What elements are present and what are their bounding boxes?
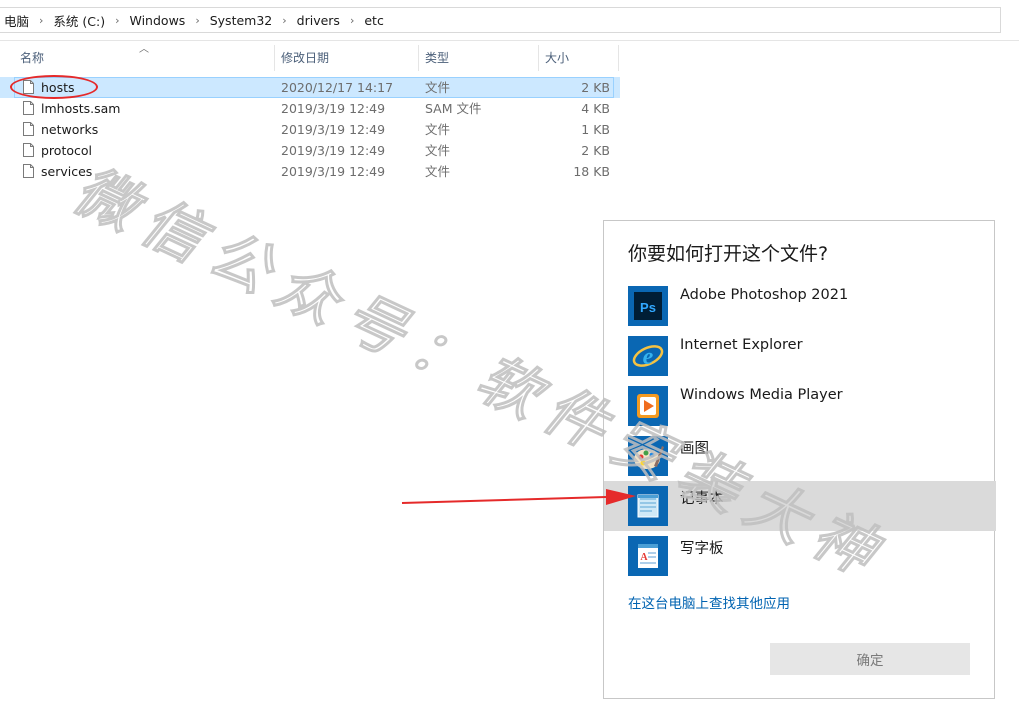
breadcrumb-item-etc[interactable]: etc bbox=[360, 13, 387, 28]
file-name: protocol bbox=[41, 143, 92, 158]
svg-text:e: e bbox=[643, 344, 654, 370]
app-option-photoshop[interactable]: Ps Adobe Photoshop 2021 bbox=[604, 281, 996, 331]
file-name: networks bbox=[41, 122, 99, 137]
file-icon bbox=[23, 122, 34, 136]
breadcrumb-item-c-drive[interactable]: 系统 (C:) bbox=[49, 11, 109, 30]
file-size: 18 KB bbox=[573, 164, 610, 179]
column-divider[interactable] bbox=[618, 45, 619, 71]
file-name: lmhosts.sam bbox=[41, 101, 121, 116]
file-type: SAM 文件 bbox=[425, 101, 482, 116]
dialog-title: 你要如何打开这个文件? bbox=[628, 243, 829, 265]
app-option-notepad[interactable]: 记事本 bbox=[604, 481, 996, 531]
column-header-name[interactable]: 名称 bbox=[14, 45, 274, 71]
app-option-internet-explorer[interactable]: e Internet Explorer bbox=[604, 331, 996, 381]
address-bar: 电脑 › 系统 (C:) › Windows › System32 › driv… bbox=[0, 0, 1019, 41]
wordpad-icon: A bbox=[628, 536, 668, 576]
column-header-size[interactable]: 大小 bbox=[539, 45, 619, 71]
file-name: services bbox=[41, 164, 93, 179]
file-date: 2019/3/19 12:49 bbox=[281, 122, 386, 137]
app-label: 写字板 bbox=[680, 541, 724, 557]
file-icon bbox=[23, 101, 34, 115]
file-size: 4 KB bbox=[581, 101, 610, 116]
file-date: 2019/3/19 12:49 bbox=[281, 101, 386, 116]
app-label: 画图 bbox=[680, 441, 709, 457]
file-type: 文件 bbox=[425, 80, 451, 95]
file-date: 2019/3/19 12:49 bbox=[281, 164, 386, 179]
file-icon bbox=[23, 143, 34, 157]
file-row-lmhosts[interactable]: lmhosts.sam 2019/3/19 12:49 SAM 文件 4 KB bbox=[0, 98, 620, 119]
breadcrumb-item-pc[interactable]: 电脑 bbox=[0, 11, 33, 30]
file-type: 文件 bbox=[425, 122, 451, 137]
column-header-type[interactable]: 类型 bbox=[419, 45, 538, 71]
app-label: Windows Media Player bbox=[680, 387, 843, 403]
app-label: Internet Explorer bbox=[680, 337, 803, 353]
internet-explorer-icon: e bbox=[628, 336, 668, 376]
notepad-icon bbox=[628, 486, 668, 526]
annotation-ellipse bbox=[10, 75, 98, 99]
ok-button[interactable]: 确定 bbox=[770, 643, 970, 675]
app-option-windows-media-player[interactable]: Windows Media Player bbox=[604, 381, 996, 431]
breadcrumb-item-system32[interactable]: System32 bbox=[206, 13, 277, 28]
breadcrumb[interactable]: 电脑 › 系统 (C:) › Windows › System32 › driv… bbox=[0, 7, 1001, 33]
column-header-bar: ︿ 名称 修改日期 类型 大小 bbox=[0, 44, 620, 71]
chevron-right-icon: › bbox=[195, 13, 200, 27]
file-size: 2 KB bbox=[581, 143, 610, 158]
file-size: 1 KB bbox=[581, 122, 610, 137]
file-type: 文件 bbox=[425, 143, 451, 158]
svg-text:Ps: Ps bbox=[640, 300, 656, 315]
breadcrumb-item-drivers[interactable]: drivers bbox=[293, 13, 344, 28]
file-list: hosts 2020/12/17 14:17 文件 2 KB lmhosts.s… bbox=[0, 77, 620, 182]
paint-icon bbox=[628, 436, 668, 476]
file-date: 2020/12/17 14:17 bbox=[281, 80, 394, 95]
chevron-right-icon: › bbox=[349, 13, 355, 27]
photoshop-icon: Ps bbox=[628, 286, 668, 326]
file-row-networks[interactable]: networks 2019/3/19 12:49 文件 1 KB bbox=[0, 119, 620, 140]
open-with-dialog: 你要如何打开这个文件? Ps Adobe Photoshop 2021 e In… bbox=[603, 220, 996, 699]
breadcrumb-item-windows[interactable]: Windows bbox=[126, 13, 190, 28]
file-date: 2019/3/19 12:49 bbox=[281, 143, 386, 158]
windows-media-player-icon bbox=[628, 386, 668, 426]
column-header-date[interactable]: 修改日期 bbox=[275, 45, 418, 71]
file-row-protocol[interactable]: protocol 2019/3/19 12:49 文件 2 KB bbox=[0, 140, 620, 161]
file-row-services[interactable]: services 2019/3/19 12:49 文件 18 KB bbox=[0, 161, 620, 182]
file-icon bbox=[23, 164, 34, 178]
file-size: 2 KB bbox=[581, 80, 610, 95]
app-label: 记事本 bbox=[680, 491, 724, 507]
file-type: 文件 bbox=[425, 164, 451, 179]
chevron-right-icon: › bbox=[282, 13, 287, 27]
chevron-right-icon: › bbox=[115, 13, 120, 27]
app-option-paint[interactable]: 画图 bbox=[604, 431, 996, 481]
app-option-wordpad[interactable]: A 写字板 bbox=[604, 531, 996, 581]
svg-text:A: A bbox=[640, 552, 648, 563]
chevron-right-icon: › bbox=[39, 13, 44, 27]
find-other-app-link[interactable]: 在这台电脑上查找其他应用 bbox=[628, 592, 790, 612]
app-label: Adobe Photoshop 2021 bbox=[680, 287, 849, 303]
